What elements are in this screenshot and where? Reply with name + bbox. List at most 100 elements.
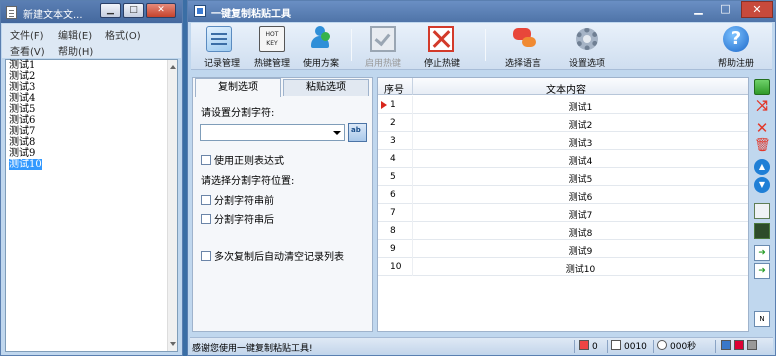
copy-record-icon[interactable] [754,203,770,219]
autoclear-label: 多次复制后自动清空记录列表 [214,252,344,263]
menu-file[interactable]: 文件(F) [10,27,44,42]
row-index: 10 [390,262,402,272]
after-checkbox[interactable]: 分割字符串后 [201,211,274,226]
export-icon[interactable]: ➜ [754,263,770,279]
checkbox-box[interactable] [201,251,211,261]
tab-paste-options[interactable]: 粘贴选项 [283,79,369,96]
separator-combobox[interactable] [200,124,345,141]
close-button[interactable]: ✕ [146,3,176,18]
minimize-button[interactable]: ▁ [100,3,121,18]
app-title: 一键复制粘贴工具 [211,9,291,20]
notepad-title-bar[interactable]: 新建文本文... ▁ □ ✕ [1,1,182,23]
column-header-index[interactable]: 序号 [384,81,404,96]
row-index: 1 [390,100,396,110]
row-index: 6 [390,190,396,200]
checkbox-box[interactable] [201,214,211,224]
row-index: 9 [390,244,396,254]
checkbox-box[interactable] [201,155,211,165]
users-icon [309,26,335,52]
table-row[interactable]: 3 测试3 [378,132,748,150]
row-index: 8 [390,226,396,236]
shuffle-icon[interactable]: ⤨ [754,99,770,115]
status-divider [607,340,608,353]
row-text: 测试7 [568,211,593,221]
delete-icon[interactable]: ✕ [754,121,770,137]
table-row[interactable]: 1 测试1 [378,96,748,114]
notepad-title: 新建文本文... [23,10,83,21]
menu-format[interactable]: 格式(O) [105,27,141,42]
enable-hotkey-label: 启用热键 [364,59,401,69]
status-bar: 感谢您使用一键复制粘贴工具! 0 0010 000秒 [190,337,773,354]
move-down-icon[interactable]: ▼ [754,177,770,193]
tab-copy-options[interactable]: 复制选项 [195,78,281,97]
status-digits: 0010 [611,340,647,353]
before-checkbox[interactable]: 分割字符串前 [201,192,274,207]
settings-button[interactable]: 设置选项 [561,24,613,70]
stop-hotkey-button[interactable]: 停止热键 [416,24,468,70]
list-icon [611,340,621,350]
scroll-down-icon[interactable] [170,342,176,346]
status-count: 0 [579,340,598,353]
table-row[interactable]: 4 测试4 [378,150,748,168]
notepad-text-area[interactable]: 测试1 测试2 测试3 测试4 测试5 测试6 测试7 测试8 测试9 测试10 [5,59,178,352]
gear-icon [574,26,600,52]
text-line: 测试9 [9,148,36,159]
move-up-icon[interactable]: ▲ [754,159,770,175]
menu-help[interactable]: 帮助(H) [58,43,93,58]
grid-header: 序号 文本内容 [378,78,748,96]
row-text: 测试9 [568,247,593,257]
vertical-scrollbar[interactable] [167,60,177,351]
text-line-selected: 测试10 [9,159,42,170]
tray-icon-2[interactable] [734,340,744,350]
table-row[interactable]: 7 测试7 [378,204,748,222]
add-record-icon[interactable] [754,79,770,95]
table-row[interactable]: 6 测试6 [378,186,748,204]
record-manage-label: 记录管理 [203,59,240,69]
notepad-small-icon[interactable]: N [754,311,770,327]
column-header-text[interactable]: 文本内容 [546,81,586,96]
maximize-button[interactable]: □ [123,3,144,18]
menu-edit[interactable]: 编辑(E) [58,27,92,42]
regex-checkbox[interactable]: 使用正则表达式 [201,152,284,167]
tray-icon-1[interactable] [721,340,731,350]
text-line: 测试2 [9,71,36,82]
maximize-button[interactable]: □ [712,1,739,18]
row-text: 测试4 [568,157,593,167]
check-icon [370,26,396,52]
text-line: 测试4 [9,93,36,104]
import-icon[interactable]: ➜ [754,245,770,261]
speaker-icon[interactable] [747,340,757,350]
hotkey-manage-button[interactable]: HOT KEY 热键管理 [249,24,295,70]
table-row[interactable]: 8 测试8 [378,222,748,240]
table-row[interactable]: 9 测试9 [378,240,748,258]
table-row[interactable]: 2 测试2 [378,114,748,132]
app-title-bar[interactable]: 一键复制粘贴工具 ▁ □ ✕ [188,1,775,22]
select-language-label: 选择语言 [504,59,541,69]
menu-view[interactable]: 查看(V) [10,43,45,58]
status-divider [574,340,575,353]
table-row[interactable]: 10 测试10 [378,258,748,276]
record-manage-button[interactable]: 记录管理 [195,24,249,70]
record-grid[interactable]: 序号 文本内容 1 测试1 2 测试2 3 测试3 4 测试4 5 测试5 6 测试6 7 测试7 8 测试8… [377,77,749,332]
text-line: 测试6 [9,115,36,126]
image-icon[interactable] [754,223,770,239]
use-plan-button[interactable]: 使用方案 [295,24,347,70]
checkbox-box[interactable] [201,195,211,205]
trash-icon[interactable]: 🗑 [754,139,771,155]
minimize-button[interactable]: ▁ [685,1,712,18]
close-button[interactable]: ✕ [741,1,773,18]
help-register-button[interactable]: ? 帮助注册 [705,24,767,70]
pick-separator-icon[interactable] [348,123,367,142]
table-row[interactable]: 5 测试5 [378,168,748,186]
enable-hotkey-button[interactable]: 启用热键 [356,24,410,70]
text-line: 测试7 [9,126,36,137]
app-window: 一键复制粘贴工具 ▁ □ ✕ 记录管理 HOT KEY 热键管理 使用方案 启用… [187,0,776,356]
stop-icon [428,26,454,52]
notepad-menubar: 文件(F) 编辑(E) 格式(O) 查看(V) 帮助(H) [2,24,181,58]
scroll-up-icon[interactable] [170,65,176,69]
chevron-down-icon[interactable] [329,125,344,140]
current-row-arrow-icon [381,101,387,109]
stop-hotkey-label: 停止热键 [423,59,460,69]
select-language-button[interactable]: 选择语言 [497,24,549,70]
autoclear-checkbox[interactable]: 多次复制后自动清空记录列表 [201,248,344,263]
